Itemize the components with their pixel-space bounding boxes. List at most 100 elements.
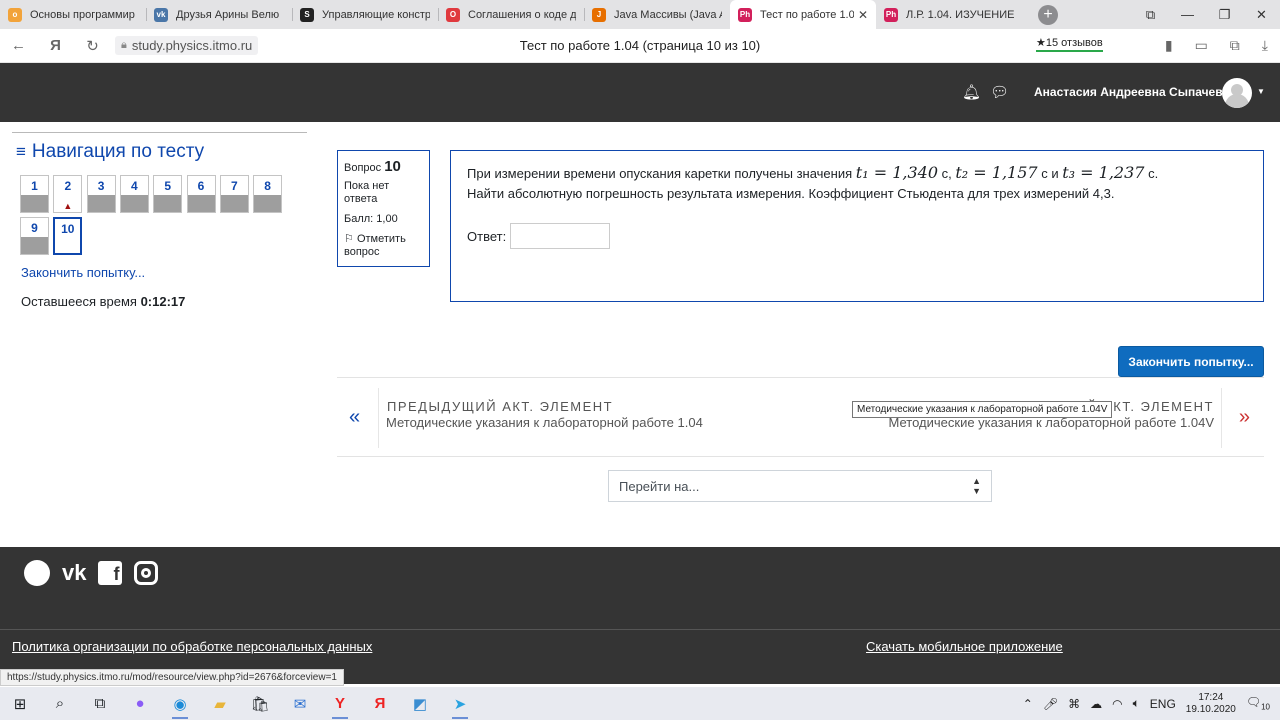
bell-icon[interactable]: 🔔︎ (962, 83, 981, 101)
globe-icon[interactable] (24, 560, 50, 586)
question-nav-button[interactable]: 2 ▲ (53, 175, 83, 213)
yandex-logo-icon[interactable]: Я (37, 37, 74, 54)
answer-label: Ответ: (467, 228, 507, 244)
question-nav-button[interactable]: 9 (20, 217, 49, 255)
windows-start-icon[interactable]: ⊞ (0, 687, 40, 720)
divider (1221, 388, 1222, 448)
language-indicator[interactable]: ENG (1150, 697, 1176, 711)
facebook-icon[interactable]: f (98, 561, 123, 585)
notification-count: 10 (1261, 702, 1270, 712)
notifications-icon[interactable]: 🗨︎10 (1246, 695, 1270, 711)
chevron-up-icon[interactable]: ⌃ (1023, 697, 1033, 711)
site-footer: vk f Политика организации по обработке п… (0, 547, 1280, 684)
folder-icon[interactable]: ▰ (200, 687, 240, 720)
tab-title: Соглашения о коде д (468, 8, 576, 21)
network-icon[interactable]: ⌘ (1068, 697, 1080, 711)
finish-attempt-button[interactable]: Закончить попытку... (1118, 346, 1264, 377)
volume-icon[interactable]: 🔈︎ (1133, 696, 1140, 711)
question-state-fill (154, 195, 182, 212)
chat-icon[interactable]: 💬︎ (990, 83, 1009, 101)
close-window-button[interactable]: ✕ (1243, 7, 1280, 23)
finish-attempt-link[interactable]: Закончить попытку... (21, 265, 145, 280)
avatar[interactable] (1222, 78, 1252, 108)
question-nav-button[interactable]: 4 (119, 175, 149, 213)
flag-question-toggle[interactable]: ⚐ Отметить вопрос (344, 233, 423, 259)
flag-icon: ▲ (63, 201, 73, 211)
task-view-icon[interactable]: ⧉ (80, 687, 120, 720)
flag-question-label: Отметить вопрос (344, 233, 406, 258)
vk-icon[interactable]: vk (62, 560, 86, 586)
bookmark-icon[interactable]: ▮ (1165, 37, 1173, 54)
user-name[interactable]: Анастасия Андреевна Сыпачева (1034, 85, 1229, 99)
question-text-intro: При измерении времени опускания каретки … (467, 166, 853, 181)
math-t1: t₁ = 1,340 (855, 163, 938, 182)
question-nav-button[interactable]: 10 (53, 217, 83, 255)
maximize-button[interactable]: ❐ (1206, 7, 1243, 23)
question-nav-button[interactable]: 3 (86, 175, 116, 213)
mail-icon[interactable]: ✉ (280, 687, 320, 720)
question-state-fill (220, 195, 248, 212)
browser-tab[interactable]: S Управляющие констр (292, 0, 438, 29)
notepad-icon[interactable]: ◩ (400, 687, 440, 720)
question-nav-number: 9 (31, 221, 38, 235)
question-nav-number: 1 (31, 179, 38, 193)
microphone-icon[interactable]: 🎤︎ (1043, 697, 1058, 711)
extensions-icon[interactable]: ⧉ (1230, 37, 1240, 54)
reload-icon[interactable]: ↻ (74, 37, 111, 55)
jump-to-label: Перейти на... (619, 478, 700, 494)
oracle-icon: O (446, 7, 460, 22)
time-label: Оставшееся время (21, 294, 137, 309)
collections-icon[interactable]: ⧉ (1132, 7, 1169, 23)
double-chevron-right-icon[interactable]: » (1239, 406, 1250, 429)
system-tray: ⌃ 🎤︎ ⌘ ☁ ◠ 🔈︎ ENG 17:24 19.10.2020 🗨︎10 (1023, 687, 1280, 720)
browser-tab[interactable]: vk Друзья Арины Велю (146, 0, 292, 29)
question-nav-button[interactable]: 1 (20, 175, 49, 213)
prev-activity-heading[interactable]: ПРЕДЫДУЩИЙ АКТ. ЭЛЕМЕНТ (387, 399, 613, 414)
question-nav-button[interactable]: 5 (153, 175, 183, 213)
reviews-badge[interactable]: ★15 отзывов (1036, 36, 1103, 52)
back-icon[interactable]: ← (0, 37, 37, 54)
store-icon[interactable]: 🛍︎ (240, 687, 280, 720)
mobile-app-link[interactable]: Скачать мобильное приложение (866, 639, 1063, 654)
question-nav-button[interactable]: 8 (253, 175, 283, 213)
chevron-down-icon[interactable]: ▼ (1257, 87, 1265, 96)
browser-tab[interactable]: o Основы программир (0, 0, 146, 29)
alice-icon[interactable]: ● (120, 687, 160, 720)
jump-to-select[interactable]: Перейти на... ▲ ▼ (608, 470, 992, 502)
search-icon[interactable]: ⌕ (40, 687, 80, 720)
download-icon[interactable]: ⤓ (1262, 37, 1268, 54)
browser-tab[interactable]: O Соглашения о коде д (438, 0, 584, 29)
url-field[interactable]: 🔒︎ study.physics.itmo.ru (115, 36, 259, 55)
minimize-button[interactable]: — (1169, 7, 1206, 22)
new-tab-button[interactable]: + (1038, 4, 1058, 25)
telegram-icon[interactable]: ➤ (440, 687, 480, 720)
yandex-browser-icon[interactable]: Y (320, 687, 360, 720)
tab-title: Java Массивы (Java A (614, 8, 722, 21)
instagram-icon[interactable] (134, 561, 159, 585)
browser-tab[interactable]: J Java Массивы (Java A (584, 0, 730, 29)
browser-tab[interactable]: Ph Л.Р. 1.04. ИЗУЧЕНИЕ Р (876, 0, 1022, 29)
clock-time: 17:24 (1198, 691, 1224, 703)
question-info: Вопрос 10 Пока нет ответа Балл: 1,00 ⚐ О… (337, 150, 430, 267)
prev-activity-link[interactable]: Методические указания к лабораторной раб… (386, 415, 703, 430)
question-nav-button[interactable]: 6 (186, 175, 216, 213)
unit-1: с, (938, 166, 952, 181)
battery-icon[interactable]: ▭ (1195, 37, 1208, 54)
question-nav-button[interactable]: 7 (219, 175, 249, 213)
question-nav-number: 6 (197, 179, 205, 193)
privacy-policy-link[interactable]: Политика организации по обработке персон… (12, 639, 372, 654)
yandex-icon[interactable]: Я (360, 687, 400, 720)
question-state-fill (254, 195, 282, 212)
answer-input[interactable] (510, 223, 611, 249)
browser-tab[interactable]: Ph Тест по работе 1.04 ✕ (730, 0, 876, 29)
cloud-icon[interactable]: ☁ (1090, 697, 1102, 711)
double-chevron-left-icon[interactable]: « (349, 406, 360, 429)
close-tab-icon[interactable]: ✕ (858, 8, 868, 22)
book-icon: o (8, 7, 22, 22)
vk-icon: vk (154, 7, 168, 22)
quiz-nav-title: ≡ Навигация по тесту (16, 141, 307, 163)
wifi-icon[interactable]: ◠ (1112, 697, 1122, 711)
edge-icon[interactable]: ◉ (160, 687, 200, 720)
clock[interactable]: 17:24 19.10.2020 (1186, 692, 1236, 716)
math-t2: t₂ = 1,157 (955, 163, 1038, 182)
